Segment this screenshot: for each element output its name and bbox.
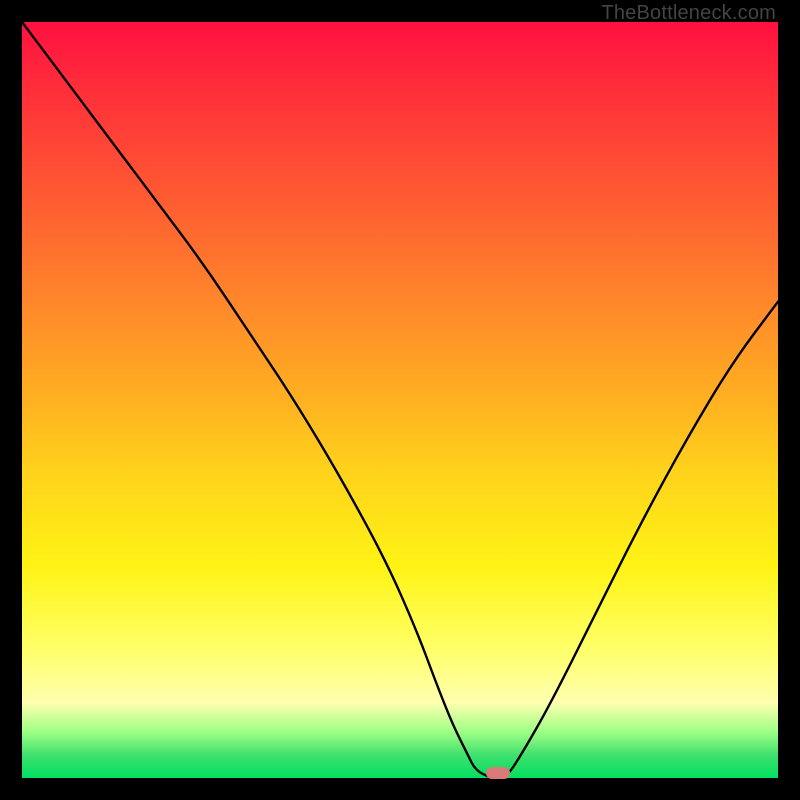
chart-frame: TheBottleneck.com — [0, 0, 800, 800]
plot-area — [22, 22, 778, 778]
bottleneck-curve — [22, 22, 778, 778]
minimum-marker — [486, 767, 510, 779]
